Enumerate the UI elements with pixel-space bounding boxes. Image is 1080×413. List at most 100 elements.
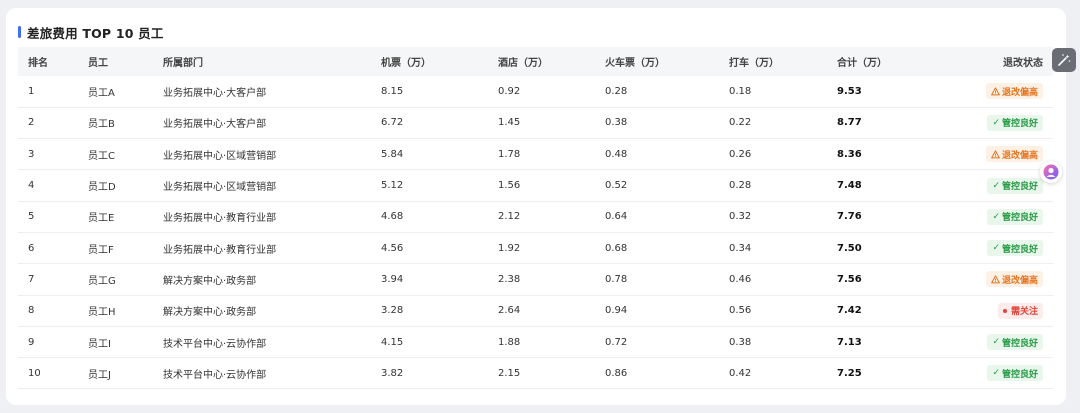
- status-badge: ✓ 管控良好: [987, 114, 1043, 131]
- cell-hotel: 2.38: [488, 263, 595, 296]
- cell-department: 业务拓展中心·大客户部: [153, 76, 371, 108]
- table-row[interactable]: 9 员工I 技术平台中心·云协作部 4.15 1.88 0.72 0.38 7.13 ✓ 管控良好: [18, 326, 1053, 359]
- cell-status: ✓ 管控良好: [941, 326, 1053, 359]
- col-header-employee[interactable]: 员工: [78, 47, 153, 76]
- col-header-taxi[interactable]: 打车（万）: [719, 47, 827, 76]
- cell-status: ✓ 管控良好: [941, 107, 1053, 140]
- warning-triangle-icon: [991, 275, 1000, 284]
- cell-employee: 员工G: [78, 263, 153, 296]
- cell-flight: 4.56: [371, 232, 488, 265]
- cell-total: 9.53: [827, 76, 941, 108]
- top10-employee-table: 排名 员工 所属部门 机票（万） 酒店（万） 火车票（万） 打车（万） 合计（万…: [18, 47, 1053, 390]
- status-badge-label: 管控良好: [1001, 369, 1038, 380]
- table-header-row: 排名 员工 所属部门 机票（万） 酒店（万） 火车票（万） 打车（万） 合计（万…: [18, 47, 1053, 76]
- magic-wand-tool-button[interactable]: [1052, 48, 1076, 72]
- cell-rank: 8: [18, 295, 78, 327]
- cell-department: 业务拓展中心·教育行业部: [153, 201, 371, 233]
- cell-flight: 5.84: [371, 138, 488, 171]
- status-badge: 需关注: [997, 302, 1043, 319]
- assistant-avatar-icon: [1043, 164, 1059, 180]
- check-icon: ✓: [992, 243, 1000, 254]
- cell-rank: 3: [18, 138, 78, 171]
- cell-status: 退改偏高: [941, 138, 1053, 171]
- cell-rank: 10: [18, 357, 78, 390]
- cell-flight: 3.28: [371, 295, 488, 327]
- cell-status: 需关注: [941, 295, 1053, 327]
- cell-department: 技术平台中心·云协作部: [153, 357, 371, 390]
- cell-rank: 6: [18, 232, 78, 265]
- col-header-rank[interactable]: 排名: [18, 47, 78, 76]
- cell-flight: 6.72: [371, 107, 488, 140]
- cell-hotel: 0.92: [488, 76, 595, 108]
- cell-total: 7.76: [827, 201, 941, 233]
- magic-wand-icon: [1058, 54, 1071, 66]
- cell-hotel: 2.12: [488, 201, 595, 233]
- col-header-flight[interactable]: 机票（万）: [371, 47, 488, 76]
- cell-employee: 员工I: [78, 326, 153, 359]
- cell-employee: 员工J: [78, 357, 153, 390]
- cell-total: 7.50: [827, 232, 941, 265]
- table-row[interactable]: 8 员工H 解决方案中心·政务部 3.28 2.64 0.94 0.56 7.42 需关注: [18, 295, 1053, 327]
- cell-taxi: 0.22: [719, 107, 827, 140]
- col-header-hotel[interactable]: 酒店（万）: [488, 47, 595, 76]
- cell-department: 解决方案中心·政务部: [153, 263, 371, 296]
- cell-train: 0.48: [595, 138, 719, 171]
- table-row[interactable]: 1 员工A 业务拓展中心·大客户部 8.15 0.92 0.28 0.18 9.53 退改偏高: [18, 76, 1053, 108]
- status-badge-label: 需关注: [1010, 307, 1038, 318]
- cell-taxi: 0.46: [719, 263, 827, 296]
- table-row[interactable]: 3 员工C 业务拓展中心·区域营销部 5.84 1.78 0.48 0.26 8.36 退改偏高: [18, 138, 1053, 171]
- status-badge: ✓ 管控良好: [987, 177, 1043, 194]
- cell-flight: 4.68: [371, 201, 488, 233]
- warning-triangle-icon: [991, 150, 1000, 159]
- cell-total: 7.42: [827, 295, 941, 327]
- table-body: 1 员工A 业务拓展中心·大客户部 8.15 0.92 0.28 0.18 9.53 退改偏高 2…: [18, 76, 1053, 390]
- cell-employee: 员工H: [78, 295, 153, 327]
- col-header-total[interactable]: 合计（万）: [827, 47, 941, 76]
- cell-total: 8.36: [827, 138, 941, 171]
- cell-total: 7.56: [827, 263, 941, 296]
- status-badge-label: 管控良好: [1001, 119, 1038, 130]
- cell-rank: 7: [18, 263, 78, 296]
- table-row[interactable]: 6 员工F 业务拓展中心·教育行业部 4.56 1.92 0.68 0.34 7.50 ✓ 管控良…: [18, 232, 1053, 265]
- cell-rank: 2: [18, 107, 78, 140]
- col-header-status[interactable]: 退改状态: [941, 47, 1053, 76]
- cell-hotel: 1.45: [488, 107, 595, 140]
- cell-employee: 员工F: [78, 232, 153, 265]
- check-icon: ✓: [992, 117, 1000, 128]
- table-row[interactable]: 10 员工J 技术平台中心·云协作部 3.82 2.15 0.86 0.42 7.25 ✓ 管控良…: [18, 357, 1053, 390]
- cell-train: 0.72: [595, 326, 719, 359]
- status-badge: 退改偏高: [985, 271, 1043, 288]
- col-header-department[interactable]: 所属部门: [153, 47, 371, 76]
- table-row[interactable]: 7 员工G 解决方案中心·政务部 3.94 2.38 0.78 0.46 7.56 退改偏高: [18, 263, 1053, 296]
- cell-employee: 员工E: [78, 201, 153, 233]
- table-row[interactable]: 2 员工B 业务拓展中心·大客户部 6.72 1.45 0.38 0.22 8.77 ✓ 管控良好: [18, 107, 1053, 140]
- cell-status: ✓ 管控良好: [941, 201, 1053, 233]
- cell-employee: 员工D: [78, 169, 153, 202]
- cell-taxi: 0.26: [719, 138, 827, 171]
- check-icon: ✓: [992, 368, 1000, 379]
- table-row[interactable]: 5 员工E 业务拓展中心·教育行业部 4.68 2.12 0.64 0.32 7.76 ✓ 管控良…: [18, 201, 1053, 233]
- cell-flight: 3.94: [371, 263, 488, 296]
- col-header-train[interactable]: 火车票（万）: [595, 47, 719, 76]
- cell-taxi: 0.38: [719, 326, 827, 359]
- status-badge: ✓ 管控良好: [987, 334, 1043, 351]
- status-badge-label: 退改偏高: [1001, 150, 1038, 161]
- cell-rank: 9: [18, 326, 78, 359]
- cell-department: 业务拓展中心·大客户部: [153, 107, 371, 140]
- cell-department: 业务拓展中心·教育行业部: [153, 232, 371, 265]
- cell-train: 0.64: [595, 201, 719, 233]
- table-row[interactable]: 4 员工D 业务拓展中心·区域营销部 5.12 1.56 0.52 0.28 7.48 ✓ 管控良…: [18, 169, 1053, 202]
- cell-train: 0.28: [595, 76, 719, 108]
- status-badge-label: 管控良好: [1001, 213, 1038, 224]
- assistant-avatar-button[interactable]: [1040, 161, 1062, 183]
- cell-total: 8.77: [827, 107, 941, 140]
- status-badge-label: 管控良好: [1001, 338, 1038, 349]
- cell-flight: 4.15: [371, 326, 488, 359]
- cell-taxi: 0.18: [719, 76, 827, 108]
- cell-flight: 5.12: [371, 169, 488, 202]
- cell-taxi: 0.34: [719, 232, 827, 265]
- cell-rank: 1: [18, 76, 78, 108]
- cell-status: 退改偏高: [941, 263, 1053, 296]
- status-badge: 退改偏高: [985, 83, 1043, 100]
- status-badge-label: 退改偏高: [1001, 87, 1038, 98]
